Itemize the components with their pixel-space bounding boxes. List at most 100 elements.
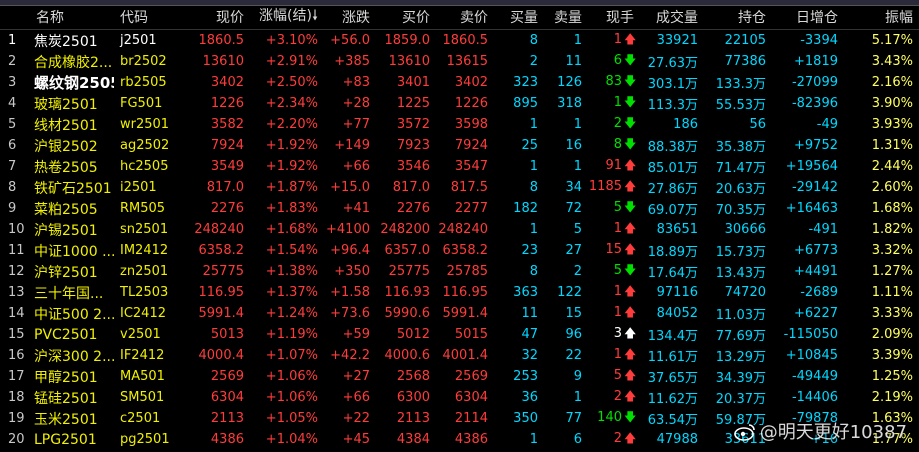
amplitude: 2.44% [844, 156, 919, 177]
open-interest: 74720 [704, 282, 772, 303]
contract-code: FG501 [120, 96, 163, 111]
change-value: +385 [334, 54, 370, 69]
table-row[interactable]: 14 中证500 2... IC2412 5991.4 +1.24% +73.6 5990.… [0, 303, 919, 324]
contract-code: i2501 [120, 180, 157, 195]
table-row[interactable]: 6 沪银2502 ag2502 7924 +1.92% +149 7923 7924 25 16 8… [0, 135, 919, 156]
down-arrow-icon: 🡇 [624, 200, 637, 214]
bid-price: 5012 [376, 324, 436, 345]
table-row[interactable]: 13 三十年国... TL2503 116.95 +1.37% +1.58 116.93 11… [0, 282, 919, 303]
up-arrow-icon: 🡅 [624, 305, 637, 319]
table-row[interactable]: 1 焦炭2501 j2501 1860.5 +3.10% +56.0 1859.0 1860.… [0, 29, 919, 51]
header-pct[interactable]: 涨幅(结)🠗 [250, 5, 324, 30]
current-hand: 6 🡇 [588, 51, 640, 72]
header-ask[interactable]: 卖价 [436, 5, 494, 30]
current-hand: 140 🡇 [588, 408, 640, 429]
change-value: +41 [324, 198, 376, 219]
header-bid[interactable]: 买价 [376, 5, 436, 30]
table-row[interactable]: 17 甲醇2501 MA501 2569 +1.06% +27 2568 2569 253 9 5 🡅… [0, 366, 919, 387]
ask-price: 1860.5 [436, 29, 494, 51]
bid-price: 5990.6 [384, 306, 431, 321]
down-arrow-icon: 🡇 [624, 53, 637, 67]
table-row[interactable]: 12 沪锌2501 zn2501 25775 +1.38% +350 25775 25785 8… [0, 261, 919, 282]
header-volume[interactable]: 成交量 [640, 5, 704, 30]
header-hand[interactable]: 现手 [588, 5, 640, 30]
header-price[interactable]: 现价 [194, 5, 250, 30]
volume: 303.1万 [640, 72, 704, 93]
header-amp[interactable]: 振幅 [844, 5, 919, 30]
contract-code: IM2412 [114, 240, 194, 261]
ask-quantity: 1 [544, 156, 588, 177]
contract-name: 中证1000 ... [28, 240, 114, 261]
contract-code: rb2505 [114, 72, 194, 93]
header-name[interactable]: 名称 [28, 5, 114, 30]
table-row[interactable]: 8 铁矿石2501 i2501 817.0 +1.87% +15.0 817.0 817.5 8… [0, 177, 919, 198]
up-arrow-icon: 🡅 [624, 431, 637, 445]
daily-oi-change: +16463 [772, 198, 844, 219]
contract-code: IF2412 [120, 348, 165, 363]
change-value: +22 [324, 408, 376, 429]
last-price: 1860.5 [194, 29, 250, 51]
ask-quantity: 122 [544, 282, 588, 303]
contract-name: 螺纹钢2505 [28, 72, 114, 93]
table-row[interactable]: 4 玻璃2501 FG501 1226 +2.34% +28 1225 1226 895 318 1… [0, 93, 919, 114]
bid-price: 116.93 [376, 282, 436, 303]
open-interest: 13.43万 [715, 266, 766, 281]
amplitude: 3.39% [871, 348, 913, 363]
table-row[interactable]: 10 沪锡2501 sn2501 248240 +1.68% +4100 248200 248… [0, 219, 919, 240]
ask-price: 6304 [454, 390, 488, 405]
contract-code: ag2502 [120, 138, 170, 153]
contract-name: 热卷2505 [28, 156, 114, 177]
daily-oi-change: -2689 [772, 282, 844, 303]
change-value: +56.0 [324, 29, 376, 51]
contract-name: 沪锡2501 [34, 222, 98, 239]
bid-price: 3546 [376, 156, 436, 177]
change-percent: +1.37% [250, 282, 324, 303]
row-index: 15 [0, 324, 28, 345]
row-index: 3 [0, 72, 28, 93]
daily-oi-change: -115050 [772, 324, 844, 345]
up-arrow-icon: 🡅 [624, 179, 637, 193]
header-dayoi[interactable]: 日增仓 [772, 5, 844, 30]
header-code[interactable]: 代码 [114, 5, 194, 30]
header-pct-label: 涨幅(结) [259, 8, 312, 24]
ask-price: 25785 [446, 264, 488, 279]
hand-value: 1 [613, 305, 622, 320]
ask-price: 3547 [436, 156, 494, 177]
header-askqty[interactable]: 卖量 [544, 5, 588, 30]
bid-price: 2113 [376, 408, 436, 429]
change-value: +83 [324, 72, 376, 93]
contract-name: 沪银2502 [34, 138, 98, 155]
open-interest: 77386 [724, 54, 766, 69]
table-row[interactable]: 2 合成橡胶2... br2502 13610 +2.91% +385 13610 13615… [0, 51, 919, 72]
header-bidqty[interactable]: 买量 [494, 5, 544, 30]
volume: 134.4万 [640, 324, 704, 345]
ask-quantity: 9 [544, 366, 588, 387]
hand-value: 2 [613, 116, 622, 131]
volume: 85.01万 [640, 156, 704, 177]
daily-oi-change: +6773 [772, 240, 844, 261]
header-oi[interactable]: 持仓 [704, 5, 772, 30]
watermark-text: @明天更好10387 [759, 422, 907, 443]
ask-quantity: 1 [573, 390, 582, 405]
table-row[interactable]: 3 螺纹钢2505 rb2505 3402 +2.50% +83 3401 3402 323 12… [0, 72, 919, 93]
down-arrow-icon: 🡇 [624, 95, 637, 109]
current-hand: 1 🡅 [588, 29, 640, 51]
table-row[interactable]: 7 热卷2505 hc2505 3549 +1.92% +66 3546 3547 1 1 91 🡅 8… [0, 156, 919, 177]
table-row[interactable]: 5 线材2501 wr2501 3582 +2.20% +77 3572 3598 1 1 2 🡇 18… [0, 114, 919, 135]
bid-quantity: 47 [494, 324, 544, 345]
contract-name: 合成橡胶2... [34, 54, 113, 71]
contract-name: 甲醇2501 [28, 366, 114, 387]
current-hand: 8 🡇 [588, 135, 640, 156]
current-hand: 1 🡅 [588, 303, 640, 324]
ask-price: 1226 [454, 96, 488, 111]
table-row[interactable]: 11 中证1000 ... IM2412 6358.2 +1.54% +96.4 6357.… [0, 240, 919, 261]
table-row[interactable]: 15 PVC2501 v2501 5013 +1.19% +59 5012 5015 47 96 3… [0, 324, 919, 345]
header-change[interactable]: 涨跌 [324, 5, 376, 30]
table-row[interactable]: 9 菜粕2505 RM505 2276 +1.83% +41 2276 2277 182 72 5 🡇… [0, 198, 919, 219]
table-row[interactable]: 16 沪深300 2... IF2412 4000.4 +1.07% +42.2 4000.… [0, 345, 919, 366]
bid-price: 13610 [388, 54, 430, 69]
open-interest: 77.69万 [704, 324, 772, 345]
hand-value: 1185 [588, 179, 622, 194]
table-row[interactable]: 18 锰硅2501 SM501 6304 +1.06% +66 6300 6304 36 1 2 🡅 1… [0, 387, 919, 408]
bid-quantity: 11 [521, 306, 538, 321]
